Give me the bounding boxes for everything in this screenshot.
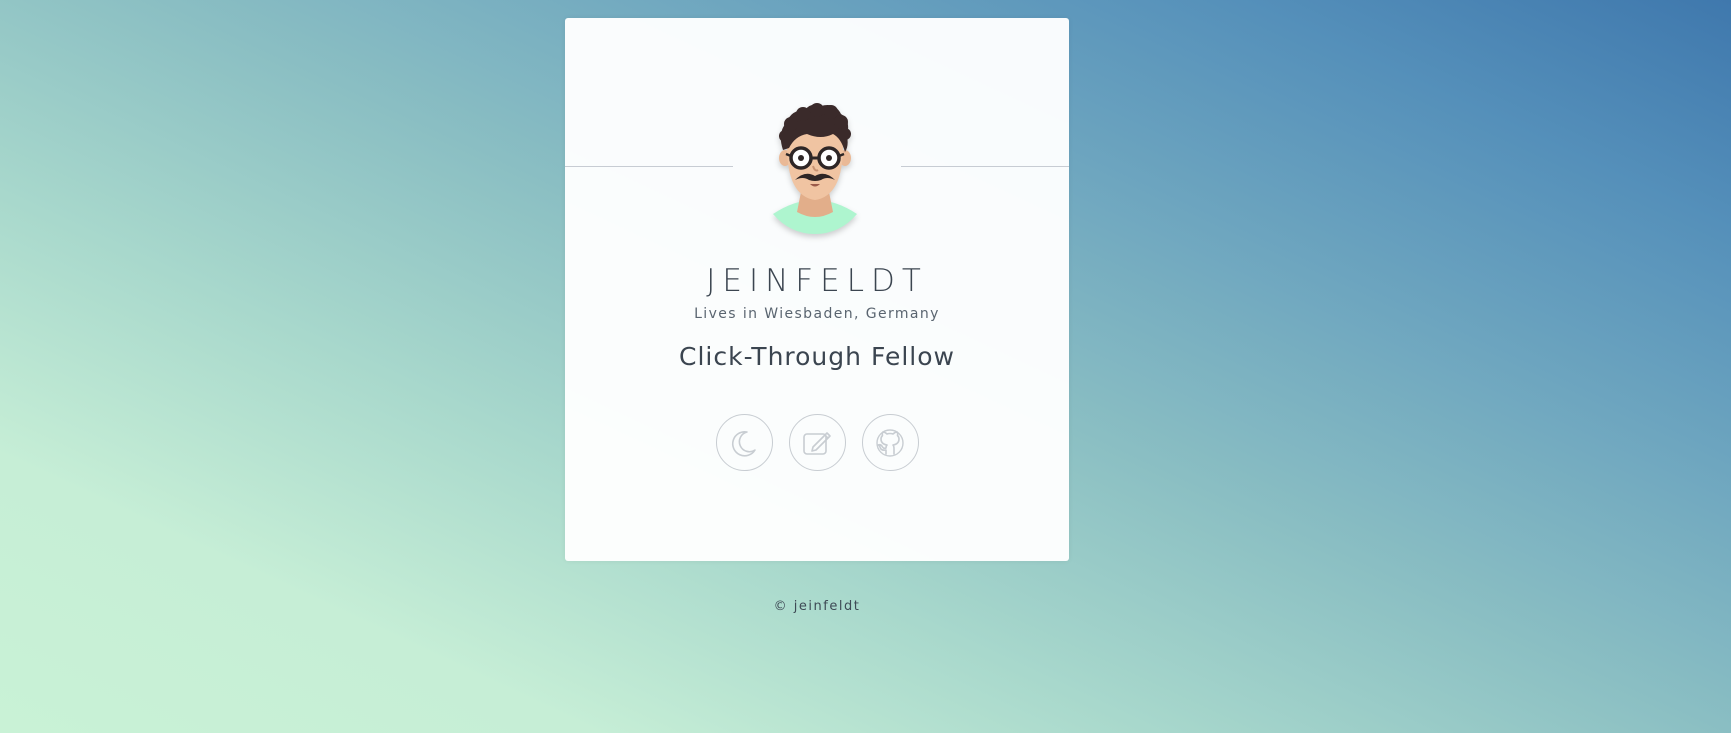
action-buttons — [565, 414, 1069, 471]
profile-location: Lives in Wiesbaden, Germany — [694, 306, 940, 322]
moon-icon — [731, 430, 756, 457]
divider-right — [901, 166, 1069, 167]
divider-left — [565, 166, 733, 167]
profile-role: Click-Through Fellow — [679, 342, 955, 371]
avatar — [755, 96, 875, 234]
edit-icon — [803, 431, 831, 455]
profile-name: JEINFELDT — [706, 263, 928, 299]
profile-card: JEINFELDT Lives in Wiesbaden, Germany Cl… — [565, 18, 1069, 561]
github-button[interactable] — [861, 414, 919, 471]
blog-button[interactable] — [788, 414, 846, 471]
github-icon — [876, 428, 904, 457]
copyright-text: © jeinfeldt — [773, 599, 861, 614]
dark-mode-button[interactable] — [715, 414, 773, 471]
